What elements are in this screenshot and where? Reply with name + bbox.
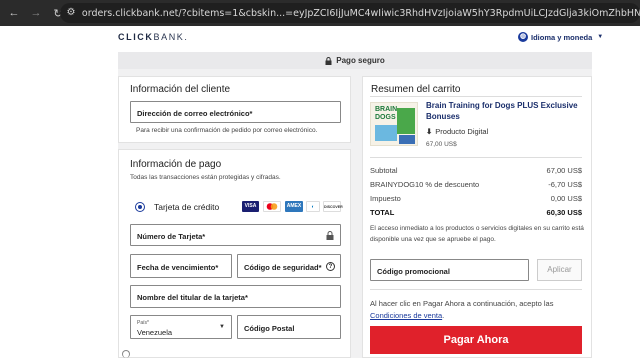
globe-icon: ◍ (518, 32, 528, 42)
email-label: Dirección de correo electrónico* (137, 109, 253, 118)
chevron-down-icon: ▼ (597, 34, 604, 40)
lock-icon (326, 231, 334, 240)
address-bar[interactable]: ⚙ orders.clickbank.net/?cbitems=1&cbskin… (60, 3, 640, 23)
tax-row: Impuesto 0,00 US$ (370, 194, 582, 203)
product-divider (370, 157, 582, 158)
site-info-icon[interactable]: ⚙ (66, 6, 76, 20)
url-text: orders.clickbank.net/?cbitems=1&cbskin..… (81, 7, 640, 19)
promo-divider (370, 289, 582, 290)
diners-icon: ◐ (306, 201, 320, 212)
cardholder-label: Nombre del titular de la tarjeta* (137, 293, 248, 302)
access-note: El acceso inmediato a los productos o se… (370, 225, 584, 243)
pay-now-button[interactable]: Pagar Ahora (370, 326, 582, 354)
card-number-label: Número de Tarjeta* (137, 232, 206, 241)
discount-row: BRAINYDOG10 % de descuento -6,70 US$ (370, 180, 582, 189)
amex-icon: AMEX (285, 201, 303, 212)
download-icon: ⬇ (426, 127, 433, 136)
promo-code-field[interactable]: Código promocional (370, 259, 529, 281)
secure-payment-banner: Pago seguro (118, 52, 592, 69)
cvv-field[interactable]: Código de seguridad* ? (237, 254, 341, 278)
lock-icon (325, 56, 332, 65)
postal-code-label: Código Postal (244, 324, 295, 333)
site-header: CLICKBANK. ◍ Idioma y moneda ▼ (0, 26, 640, 50)
product-title: Brain Training for Dogs PLUS Exclusive B… (426, 101, 578, 121)
secure-label: Pago seguro (336, 56, 385, 65)
promo-code-label: Código promocional (377, 267, 450, 276)
visa-icon: VISA (242, 201, 259, 212)
browser-toolbar: ← → ↻ ⚙ orders.clickbank.net/?cbitems=1&… (0, 0, 640, 26)
mastercard-icon (263, 201, 281, 212)
cart-title-divider (370, 96, 582, 97)
terms-text: Al hacer clic en Pagar Ahora a continuac… (370, 299, 554, 320)
subtotal-row: Subtotal 67,00 US$ (370, 166, 582, 175)
expiry-label: Fecha de vencimiento* (137, 263, 219, 272)
cart-summary-title: Resumen del carrito (371, 84, 461, 95)
postal-code-field[interactable]: Código Postal (237, 315, 341, 339)
discover-icon: DISCOVER (323, 201, 343, 212)
email-field[interactable]: Dirección de correo electrónico* (130, 101, 341, 123)
apply-promo-button[interactable]: Aplicar (537, 259, 582, 281)
payment-subtitle: Todas las transacciones están protegidas… (130, 174, 281, 181)
next-radio-partial[interactable] (122, 350, 130, 358)
credit-card-label: Tarjeta de crédito (154, 202, 220, 212)
cardholder-name-field[interactable]: Nombre del titular de la tarjeta* (130, 285, 341, 308)
back-icon[interactable]: ← (6, 7, 22, 19)
total-row: TOTAL 60,30 US$ (370, 208, 582, 217)
email-help-text: Para recibir una confirmación de pedido … (136, 127, 318, 134)
payment-info-title: Información de pago (130, 159, 222, 170)
client-info-title: Información del cliente (130, 84, 231, 95)
help-icon[interactable]: ? (326, 262, 335, 271)
expiry-field[interactable]: Fecha de vencimiento* (130, 254, 232, 278)
product-type-label: Producto Digital (435, 127, 489, 136)
product-price: 67,00 US$ (426, 141, 457, 148)
credit-card-radio[interactable] (135, 202, 145, 212)
language-currency-button[interactable]: ◍ Idioma y moneda ▼ (518, 32, 603, 42)
country-value: Venezuela (137, 328, 173, 337)
language-label: Idioma y moneda (531, 32, 593, 42)
cvv-label: Código de seguridad* (244, 263, 322, 272)
product-type: ⬇ Producto Digital (426, 127, 488, 136)
product-image: BRAIN DOGS (370, 102, 418, 146)
clickbank-logo[interactable]: CLICKBANK. (118, 32, 189, 42)
forward-icon[interactable]: → (28, 7, 44, 19)
country-select[interactable]: País* Venezuela ▼ (130, 315, 232, 339)
chevron-down-icon: ▼ (219, 324, 225, 330)
card-number-field[interactable]: Número de Tarjeta* (130, 224, 341, 246)
terms-link[interactable]: Condiciones de venta (370, 311, 442, 320)
country-small-label: País* (137, 320, 149, 326)
